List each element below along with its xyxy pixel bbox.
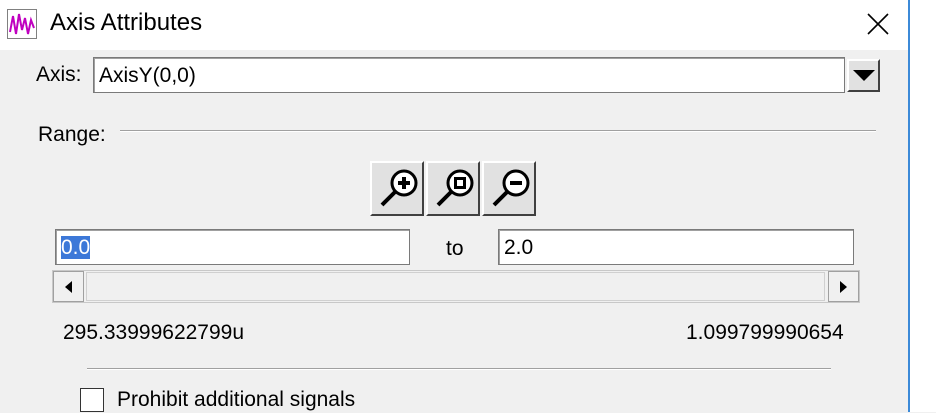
window-border: [908, 0, 936, 412]
range-label: Range:: [38, 123, 106, 146]
zoom-in-icon: [380, 169, 418, 207]
close-icon: [867, 13, 889, 35]
axis-combobox[interactable]: AxisY(0,0): [93, 57, 845, 93]
range-to-input[interactable]: 2.0: [498, 229, 854, 265]
signal-waveform-icon: [7, 9, 37, 39]
range-to-value: 2.0: [504, 236, 534, 259]
zoom-in-button[interactable]: [370, 161, 424, 216]
arrow-left-icon: [65, 280, 72, 293]
range-min-readout: 295.33999622799u: [63, 321, 245, 344]
axis-label: Axis:: [36, 63, 82, 86]
to-label: to: [446, 237, 464, 260]
prohibit-signals-label: Prohibit additional signals: [117, 388, 356, 411]
range-separator: [120, 130, 876, 132]
scroll-left-button[interactable]: [53, 271, 84, 302]
scroll-right-button[interactable]: [828, 271, 859, 302]
range-from-input[interactable]: 0.0: [55, 229, 410, 265]
zoom-fit-button[interactable]: [426, 161, 480, 216]
options-separator: [87, 368, 831, 370]
range-scrollbar[interactable]: [52, 270, 860, 303]
scroll-thumb[interactable]: [86, 272, 825, 301]
window-title: Axis Attributes: [50, 9, 203, 36]
close-button[interactable]: [858, 6, 898, 42]
chevron-down-icon: [852, 70, 875, 81]
range-max-readout: 1.099799990654: [686, 321, 844, 344]
title-bar: Axis Attributes: [0, 0, 908, 50]
zoom-fit-icon: [436, 169, 474, 207]
axis-dropdown-button[interactable]: [847, 59, 880, 92]
arrow-right-icon: [840, 280, 847, 293]
axis-value: AxisY(0,0): [99, 64, 196, 87]
prohibit-signals-checkbox[interactable]: [80, 388, 104, 412]
zoom-out-button[interactable]: [482, 161, 536, 216]
range-from-value: 0.0: [61, 236, 91, 259]
zoom-out-icon: [492, 169, 530, 207]
